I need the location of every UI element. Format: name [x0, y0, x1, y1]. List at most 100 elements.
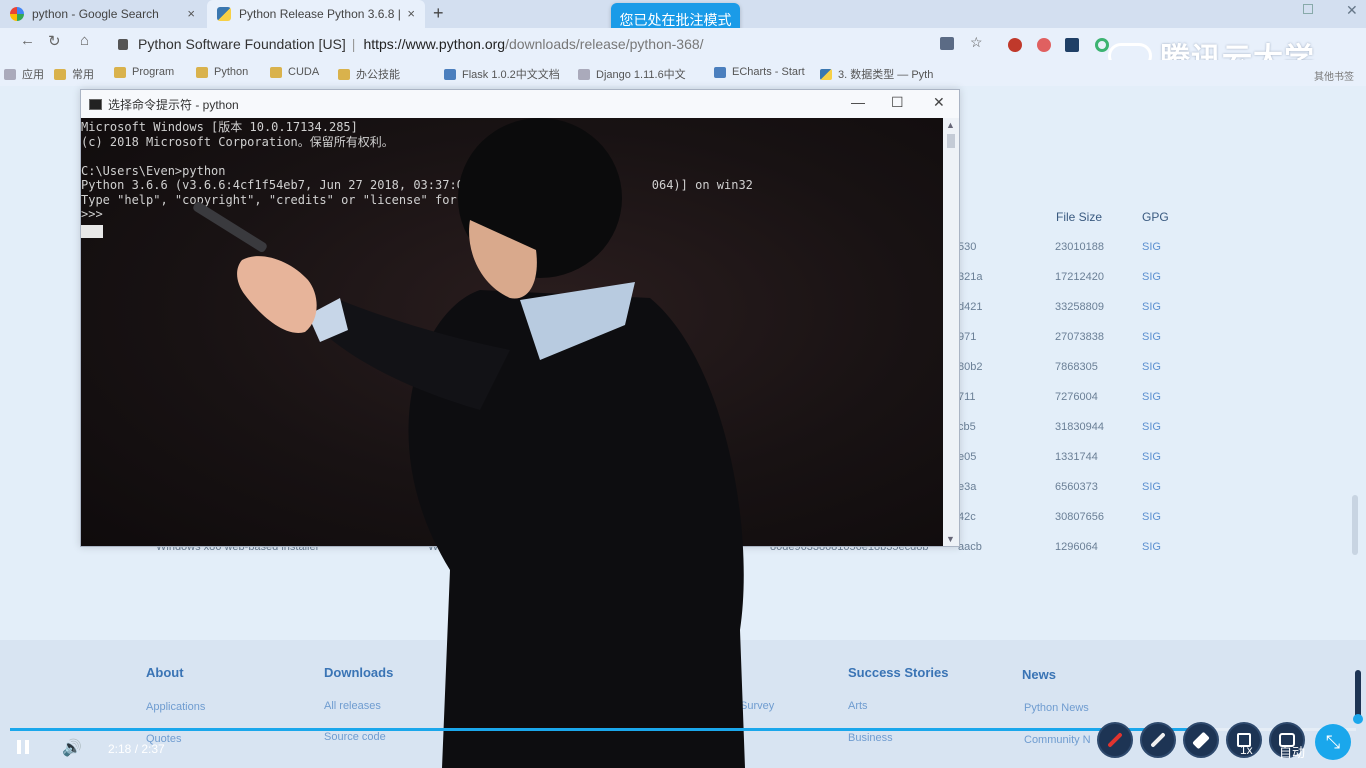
bookmark-link[interactable]: Flask 1.0.2中文文档: [444, 66, 560, 82]
bookmark-folder[interactable]: CUDA: [270, 66, 319, 78]
file-md5-tail: 530: [958, 241, 977, 253]
tab-python-release[interactable]: Python Release Python 3.6.8 | ×: [207, 0, 425, 28]
gpg-signature-link[interactable]: SIG: [1142, 511, 1161, 523]
adblock-icon[interactable]: [1008, 38, 1022, 52]
console-output[interactable]: Microsoft Windows [版本 10.0.17134.285] (c…: [81, 118, 943, 546]
maximize-button[interactable]: ☐: [891, 94, 904, 111]
file-size: 1331744: [1055, 451, 1098, 463]
footer-link[interactable]: All releases: [324, 700, 381, 712]
address-bar[interactable]: Python Software Foundation [US] | https:…: [110, 31, 1010, 57]
gpg-signature-link[interactable]: SIG: [1142, 241, 1161, 253]
tab-label: Python Release Python 3.6.8 |: [239, 7, 401, 21]
tab-label: python - Google Search: [32, 7, 159, 21]
exit-fullscreen-button[interactable]: ⤡: [1315, 724, 1351, 760]
close-icon[interactable]: ×: [407, 6, 415, 21]
footer-link[interactable]: Applications: [146, 701, 205, 713]
footer-success-heading[interactable]: Success Stories: [848, 665, 948, 680]
url-path: /downloads/release/python-368/: [505, 36, 704, 52]
gpg-signature-link[interactable]: SIG: [1142, 481, 1161, 493]
gpg-signature-link[interactable]: SIG: [1142, 331, 1161, 343]
slider-handle[interactable]: [1353, 714, 1363, 724]
console-line: C:\Users\Even>python: [81, 163, 226, 178]
bookmark-link[interactable]: Django 1.11.6中文: [578, 66, 686, 82]
footer-link[interactable]: Survey: [740, 700, 774, 712]
bookmark-folder[interactable]: 常用: [54, 66, 94, 82]
quality-auto[interactable]: 自动: [1279, 742, 1305, 761]
page-scrollbar[interactable]: [1352, 495, 1358, 555]
close-icon[interactable]: ×: [187, 6, 195, 21]
bookmark-star-icon[interactable]: ☆: [970, 34, 983, 51]
eraser-icon: [1192, 731, 1210, 749]
file-md5-tail: d421: [958, 301, 983, 313]
minimize-button[interactable]: —: [851, 94, 865, 110]
extension-icon[interactable]: [1065, 38, 1079, 52]
gpg-signature-link[interactable]: SIG: [1142, 451, 1161, 463]
gpg-signature-link[interactable]: SIG: [1142, 421, 1161, 433]
file-size: 33258809: [1055, 301, 1104, 313]
file-md5-tail: 321a: [958, 271, 983, 283]
red-pen-tool[interactable]: [1097, 722, 1133, 758]
file-size: 30807656: [1055, 511, 1104, 523]
gpg-signature-link[interactable]: SIG: [1142, 391, 1161, 403]
column-header-file-size: File Size: [1056, 210, 1103, 224]
bookmark-folder[interactable]: 办公技能: [338, 66, 400, 82]
other-bookmarks[interactable]: 其他书签: [1314, 68, 1354, 83]
console-line: Python 3.6.6 (v3.6.6:4cf1f54eb7, Jun 27 …: [81, 178, 753, 192]
folder-icon: [114, 66, 126, 78]
extension-icon[interactable]: [1095, 38, 1109, 52]
footer-link[interactable]: Arts: [848, 700, 868, 712]
pause-icon: [25, 740, 29, 754]
file-md5-tail: 971: [958, 331, 977, 343]
window-close-icon[interactable]: ✕: [1346, 2, 1358, 19]
footer-downloads-heading[interactable]: Downloads: [324, 665, 393, 680]
window-restore-icon[interactable]: [1303, 4, 1313, 14]
console-line: Microsoft Windows [版本 10.0.17134.285]: [81, 120, 358, 134]
pen-tool[interactable]: [1140, 722, 1176, 758]
home-icon[interactable]: ⌂: [80, 32, 89, 49]
pause-button[interactable]: [16, 740, 32, 756]
gpg-signature-link[interactable]: SIG: [1142, 541, 1161, 553]
gpg-signature-link[interactable]: SIG: [1142, 271, 1161, 283]
scrollbar-thumb[interactable]: [947, 134, 955, 148]
file-md5-tail: e3a: [958, 481, 977, 493]
footer-news-heading[interactable]: News: [1022, 667, 1056, 682]
window-title: 选择命令提示符 - python: [108, 97, 239, 112]
eraser-tool[interactable]: [1183, 722, 1219, 758]
footer-about-heading[interactable]: About: [146, 665, 184, 680]
close-button[interactable]: ✕: [933, 94, 945, 111]
gpg-signature-link[interactable]: SIG: [1142, 301, 1161, 313]
tab-google-search[interactable]: python - Google Search ×: [0, 0, 205, 28]
scroll-up-icon[interactable]: ▲: [946, 120, 955, 130]
file-md5-tail: 80b2: [958, 361, 983, 373]
reload-icon[interactable]: ↻: [48, 32, 61, 50]
url-host: https://www.python.org: [363, 36, 506, 52]
bookmark-folder[interactable]: Program: [114, 66, 174, 78]
playback-speed[interactable]: 1x: [1240, 743, 1253, 757]
file-size: 23010188: [1055, 241, 1104, 253]
command-prompt-window[interactable]: 选择命令提示符 - python — ☐ ✕ Microsoft Windows…: [80, 89, 960, 547]
back-icon[interactable]: ←: [20, 32, 35, 49]
footer-link[interactable]: Python News: [1024, 702, 1089, 714]
new-tab-button[interactable]: +: [433, 3, 444, 24]
translate-icon[interactable]: [940, 37, 954, 50]
console-scrollbar[interactable]: ▲ ▼: [943, 118, 959, 546]
gpg-signature-link[interactable]: SIG: [1142, 361, 1161, 373]
file-md5-tail: 711: [958, 391, 976, 403]
file-size: 27073838: [1055, 331, 1104, 343]
file-size: 17212420: [1055, 271, 1104, 283]
video-progress-fill: [10, 728, 1194, 731]
bookmark-link[interactable]: ECharts - Start: [714, 66, 805, 78]
extension-icon[interactable]: [1037, 38, 1051, 52]
volume-icon[interactable]: 🔊: [62, 738, 82, 758]
file-size: 7276004: [1055, 391, 1098, 403]
window-title-bar[interactable]: 选择命令提示符 - python — ☐ ✕: [81, 90, 959, 118]
folder-icon: [196, 66, 208, 78]
python-icon: [820, 68, 832, 80]
side-volume-slider[interactable]: [1353, 670, 1363, 724]
bookmark-folder[interactable]: Python: [196, 66, 248, 78]
bookmark-apps[interactable]: 应用: [4, 66, 44, 82]
scroll-down-icon[interactable]: ▼: [946, 534, 955, 544]
bookmark-link[interactable]: 3. 数据类型 — Pyth: [820, 66, 933, 82]
apps-icon: [4, 68, 16, 80]
